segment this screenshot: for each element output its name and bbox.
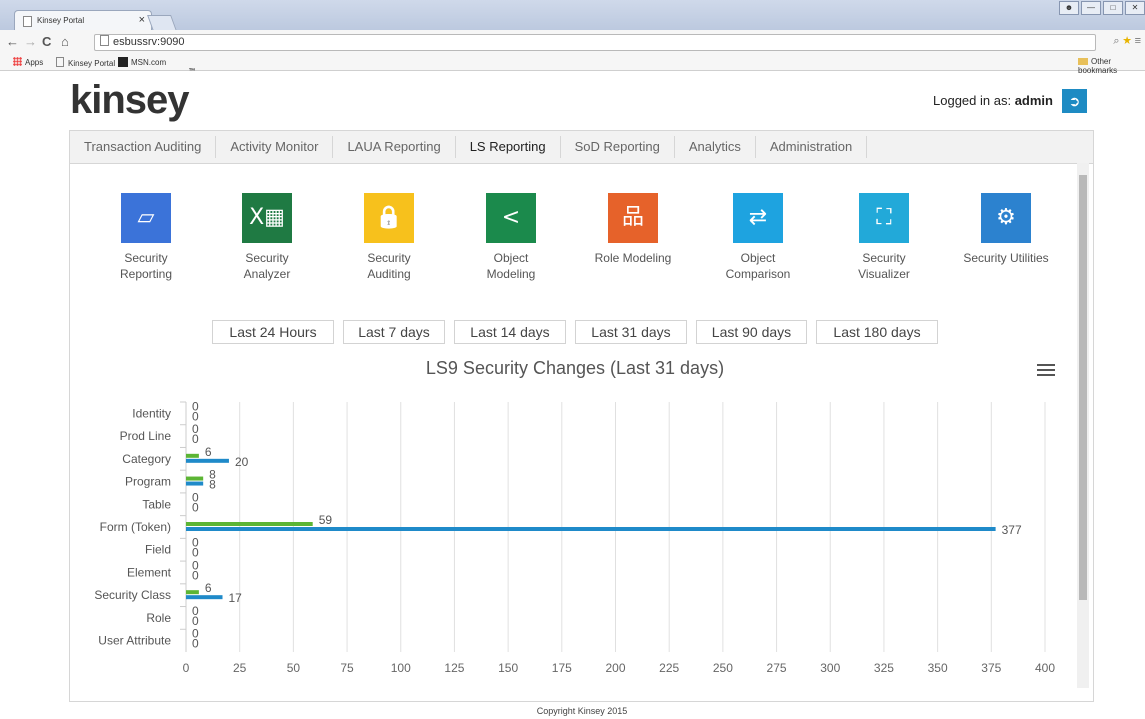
lock-icon: 🔒: [375, 205, 403, 230]
module-label[interactable]: Object Modeling: [456, 250, 566, 282]
chart-title: LS9 Security Changes (Last 31 days): [425, 358, 725, 378]
login-username: admin: [1014, 93, 1053, 108]
window-controls: ☻ — □ ✕: [1057, 1, 1145, 15]
tab-laua-reporting[interactable]: LAUA Reporting: [333, 136, 456, 158]
page-icon: [100, 35, 109, 46]
module-tile-security-visualizer[interactable]: ⛶: [859, 193, 909, 243]
zoom-star-menu-icons[interactable]: ⌕ ★ ≡: [1113, 35, 1141, 48]
home-icon[interactable]: ⌂: [61, 34, 69, 49]
excel-icon: X▦: [249, 205, 285, 230]
bookmark-kinsey-portal[interactable]: Kinsey Portal: [56, 57, 115, 68]
module-label[interactable]: Object Comparison: [703, 250, 813, 282]
module-tile-role-modeling[interactable]: 品: [608, 193, 658, 243]
forward-arrow-icon[interactable]: →: [24, 34, 37, 49]
swap-icon: ⇄: [748, 205, 768, 230]
window-close-icon[interactable]: ✕: [1125, 1, 1145, 15]
tab-close-icon[interactable]: ×: [139, 14, 145, 26]
module-tile-object-comparison[interactable]: ⇄: [733, 193, 783, 243]
range-last-7-days[interactable]: Last 7 days: [343, 320, 445, 344]
tab-ls-reporting[interactable]: LS Reporting: [456, 136, 561, 158]
browser-tab[interactable]: Kinsey Portal ×: [14, 10, 152, 31]
module-label[interactable]: Role Modeling: [578, 250, 688, 266]
module-tile-object-modeling[interactable]: <: [486, 193, 536, 243]
copyright: Copyright Kinsey 2015: [536, 706, 628, 716]
module-label[interactable]: Security Auditing: [334, 250, 444, 282]
apps-grid-icon: [13, 57, 22, 66]
tab-administration[interactable]: Administration: [756, 136, 868, 158]
module-label[interactable]: Security Analyzer: [212, 250, 322, 282]
kinsey-logo[interactable]: kinsey™: [70, 68, 196, 123]
bookmarks-bar: Apps Kinsey Portal MSN.com Other bookmar…: [0, 54, 1145, 75]
hierarchy-icon: 品: [621, 205, 644, 230]
range-last-31-days[interactable]: Last 31 days: [575, 320, 687, 344]
module-label[interactable]: Security Reporting: [91, 250, 201, 282]
address-bar[interactable]: esbussrv:9090: [94, 34, 1096, 51]
module-tile-security-auditing[interactable]: 🔒: [364, 193, 414, 243]
tab-title: Kinsey Portal: [37, 16, 85, 25]
page-favicon-icon: [23, 16, 32, 27]
chart-menu-icon[interactable]: [1037, 364, 1055, 378]
minimize-icon[interactable]: —: [1081, 1, 1101, 15]
network-icon: ⛶: [876, 205, 892, 230]
msn-icon: [118, 57, 128, 67]
page-icon: [56, 57, 64, 67]
range-last-14-days[interactable]: Last 14 days: [454, 320, 566, 344]
module-tile-security-analyzer[interactable]: X▦: [242, 193, 292, 243]
profile-icon[interactable]: ☻: [1059, 1, 1079, 15]
module-tile-security-reporting[interactable]: ▱: [121, 193, 171, 243]
logout-button[interactable]: ➲: [1062, 89, 1087, 113]
share-icon: <: [501, 205, 521, 230]
new-tab-button[interactable]: [147, 15, 177, 31]
browser-titlebar: Kinsey Portal × ☻ — □ ✕: [0, 0, 1145, 31]
reload-icon[interactable]: C: [42, 34, 51, 49]
main-panel: Transaction Auditing Activity Monitor LA…: [69, 130, 1094, 702]
module-label[interactable]: Security Visualizer: [829, 250, 939, 282]
range-last-90-days[interactable]: Last 90 days: [696, 320, 807, 344]
logout-icon: ➲: [1068, 93, 1081, 109]
bookmark-msn[interactable]: MSN.com: [118, 57, 166, 67]
login-status: Logged in as: admin: [933, 93, 1053, 108]
scrollbar-thumb[interactable]: [1079, 175, 1087, 600]
other-bookmarks[interactable]: Other bookmarks: [1078, 57, 1145, 75]
scrollbar[interactable]: [1077, 163, 1089, 688]
tab-activity-monitor[interactable]: Activity Monitor: [216, 136, 334, 158]
folder-icon: [1078, 58, 1088, 65]
tab-analytics[interactable]: Analytics: [675, 136, 756, 158]
range-last-24-hours[interactable]: Last 24 Hours: [212, 320, 334, 344]
bookmark-apps[interactable]: Apps: [13, 57, 43, 67]
back-arrow-icon[interactable]: ←: [6, 34, 19, 49]
monitor-icon: ▱: [137, 205, 155, 230]
gears-icon: ⚙: [996, 205, 1016, 230]
maximize-icon[interactable]: □: [1103, 1, 1123, 15]
module-label[interactable]: Security Utilities: [951, 250, 1061, 266]
url-text: esbussrv:9090: [113, 36, 185, 48]
main-menu: Transaction Auditing Activity Monitor LA…: [70, 131, 1093, 164]
range-last-180-days[interactable]: Last 180 days: [816, 320, 938, 344]
tab-transaction-auditing[interactable]: Transaction Auditing: [70, 136, 217, 158]
module-tile-security-utilities[interactable]: ⚙: [981, 193, 1031, 243]
tab-sod-reporting[interactable]: SoD Reporting: [561, 136, 675, 158]
browser-toolbar: ← → C ⌂ esbussrv:9090 ⌕ ★ ≡: [0, 30, 1145, 54]
